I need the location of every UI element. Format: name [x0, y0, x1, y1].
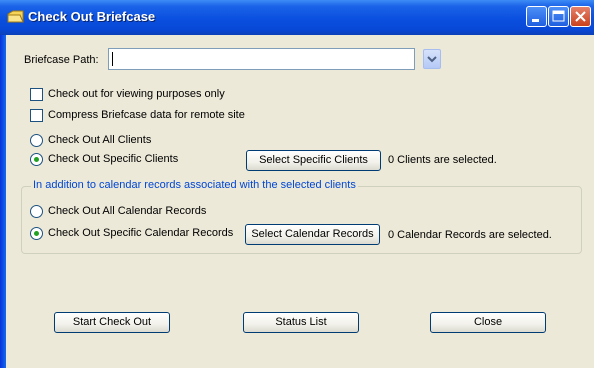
check-out-briefcase-window: Check Out Briefcase Briefcase Path: Chec…	[0, 0, 594, 368]
close-window-button[interactable]	[570, 6, 591, 27]
briefcase-path-label: Briefcase Path:	[24, 54, 99, 66]
chevron-down-icon	[427, 56, 437, 63]
calendar-selected-status: 0 Calendar Records are selected.	[388, 229, 552, 241]
check-out-specific-clients-radio[interactable]	[30, 153, 43, 166]
view-only-label: Check out for viewing purposes only	[48, 88, 225, 100]
maximize-icon	[552, 10, 565, 22]
minimize-icon	[532, 19, 539, 22]
radio-selected-dot	[34, 231, 39, 236]
check-out-all-calendar-radio[interactable]	[30, 205, 43, 218]
select-specific-clients-button[interactable]: Select Specific Clients	[246, 150, 381, 171]
minimize-button[interactable]	[526, 6, 547, 27]
radio-selected-dot	[34, 157, 39, 162]
calendar-group-title: In addition to calendar records associat…	[31, 179, 358, 191]
status-list-button[interactable]: Status List	[243, 312, 359, 333]
briefcase-path-input[interactable]	[108, 48, 415, 70]
close-icon	[575, 11, 586, 22]
select-calendar-records-button[interactable]: Select Calendar Records	[245, 224, 380, 245]
check-out-specific-calendar-radio[interactable]	[30, 227, 43, 240]
start-check-out-button[interactable]: Start Check Out	[54, 312, 170, 333]
maximize-button[interactable]	[548, 6, 569, 27]
compress-checkbox[interactable]	[30, 109, 43, 122]
check-out-specific-clients-label: Check Out Specific Clients	[48, 153, 179, 165]
title-bar[interactable]: Check Out Briefcase	[0, 0, 594, 35]
check-out-all-calendar-label: Check Out All Calendar Records	[48, 205, 207, 217]
close-button[interactable]: Close	[430, 312, 546, 333]
text-caret	[112, 52, 113, 66]
window-title: Check Out Briefcase	[28, 9, 156, 24]
clients-selected-status: 0 Clients are selected.	[388, 154, 497, 166]
briefcase-path-dropdown[interactable]	[423, 49, 441, 69]
check-out-all-clients-label: Check Out All Clients	[48, 134, 152, 146]
check-out-specific-calendar-label: Check Out Specific Calendar Records	[48, 227, 234, 239]
check-out-all-clients-radio[interactable]	[30, 134, 43, 147]
compress-label: Compress Briefcase data for remote site	[48, 109, 245, 121]
briefcase-icon	[7, 10, 24, 23]
view-only-checkbox[interactable]	[30, 88, 43, 101]
